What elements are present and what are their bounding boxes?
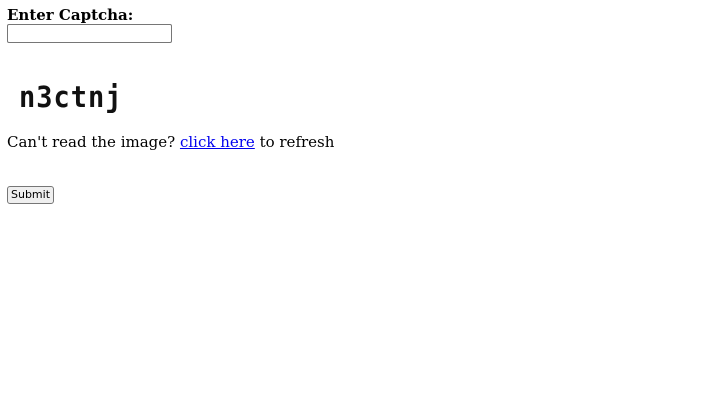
captcha-text: n3ctnj	[19, 80, 123, 115]
captcha-image: n3ctnj	[7, 72, 123, 122]
submit-button[interactable]: Submit	[7, 186, 54, 204]
captcha-input[interactable]	[7, 24, 172, 43]
refresh-hint: Can't read the image? click here to refr…	[7, 133, 334, 152]
refresh-link[interactable]: click here	[180, 133, 255, 151]
refresh-prefix-text: Can't read the image?	[7, 133, 180, 151]
captcha-label: Enter Captcha:	[7, 6, 134, 24]
refresh-suffix-text: to refresh	[254, 133, 335, 151]
